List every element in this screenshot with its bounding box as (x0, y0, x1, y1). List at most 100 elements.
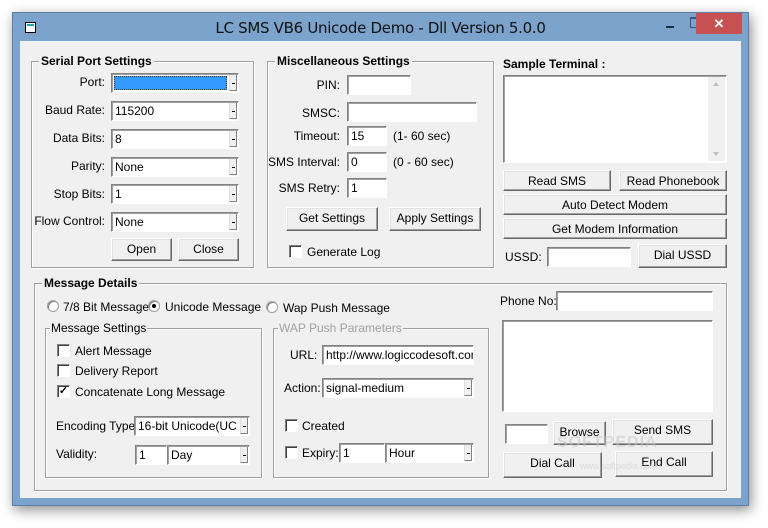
stop-bits-value: 1 (115, 187, 122, 201)
validity-label: Validity: (56, 447, 98, 461)
parity-value: None (115, 160, 144, 174)
pin-label: PIN: (316, 78, 340, 92)
parity-select[interactable]: None (111, 157, 239, 177)
url-label: URL: (290, 348, 318, 362)
serial-port-settings-title: Serial Port Settings (39, 54, 154, 68)
sms-interval-hint: (0 - 60 sec) (393, 155, 454, 169)
smsc-label: SMSC: (301, 106, 340, 120)
smsc-input[interactable] (347, 102, 477, 122)
flow-control-select[interactable]: None (111, 212, 239, 232)
terminal-scrollbar[interactable] (708, 77, 725, 161)
apply-settings-button[interactable]: Apply Settings (389, 207, 481, 231)
attachment-input[interactable] (505, 424, 548, 444)
auto-detect-modem-button[interactable]: Auto Detect Modem (503, 194, 727, 215)
data-bits-select[interactable]: 8 (111, 129, 239, 149)
url-input[interactable]: http://www.logiccodesoft.com (322, 345, 474, 365)
concatenate-label[interactable]: Concatenate Long Message (75, 385, 225, 399)
phone-number-label: Phone No: (500, 294, 557, 308)
parity-label: Parity: (70, 159, 105, 173)
chevron-down-icon[interactable] (229, 103, 237, 119)
dial-ussd-button[interactable]: Dial USSD (638, 244, 727, 268)
read-phonebook-button[interactable]: Read Phonebook (619, 170, 727, 191)
scroll-down-icon[interactable] (713, 152, 719, 156)
chevron-down-icon[interactable] (229, 214, 237, 230)
browse-button[interactable]: Browse (553, 421, 606, 445)
expiry-unit-select[interactable]: Hour (385, 443, 474, 463)
flow-control-value: None (115, 215, 144, 229)
chevron-down-icon[interactable] (229, 186, 237, 202)
delivery-report-label[interactable]: Delivery Report (75, 364, 158, 378)
misc-settings-title: Miscellaneous Settings (275, 54, 412, 68)
end-call-button[interactable]: End Call (615, 451, 713, 477)
window-title: LC SMS VB6 Unicode Demo - Dll Version 5.… (215, 19, 546, 37)
get-settings-button[interactable]: Get Settings (286, 207, 378, 231)
radio-7-8-bit[interactable] (47, 300, 59, 312)
expiry-label[interactable]: Expiry: (302, 446, 339, 460)
ussd-input[interactable] (547, 247, 631, 267)
chevron-down-icon[interactable] (229, 75, 237, 91)
baud-rate-select[interactable]: 115200 (111, 101, 239, 121)
phone-number-input[interactable] (556, 291, 713, 311)
title-bar[interactable]: LC SMS VB6 Unicode Demo - Dll Version 5.… (13, 13, 748, 42)
close-port-button[interactable]: Close (178, 238, 239, 261)
alert-message-label[interactable]: Alert Message (75, 344, 152, 358)
open-button[interactable]: Open (111, 238, 172, 261)
minimize-button[interactable] (663, 13, 677, 34)
get-modem-info-button[interactable]: Get Modem Information (503, 218, 727, 239)
radio-wap-push[interactable] (266, 301, 278, 313)
encoding-type-value: 16-bit Unicode(UCS2) (138, 419, 237, 433)
chevron-down-icon[interactable] (229, 131, 237, 147)
concatenate-checkbox[interactable]: ✓ (57, 385, 70, 398)
created-label[interactable]: Created (302, 419, 345, 433)
action-value: signal-medium (326, 381, 405, 395)
radio-unicode-label[interactable]: Unicode Message (165, 300, 261, 314)
timeout-hint: (1- 60 sec) (393, 129, 451, 143)
timeout-input[interactable]: 15 (347, 126, 387, 146)
generate-log-label[interactable]: Generate Log (307, 245, 380, 259)
terminal-output[interactable] (503, 75, 727, 163)
data-bits-value: 8 (115, 132, 122, 146)
validity-input[interactable]: 1 (135, 445, 167, 465)
client-area: Serial Port Settings Port: Baud Rate: 11… (20, 41, 741, 498)
generate-log-checkbox[interactable] (289, 245, 302, 258)
sms-retry-input[interactable]: 1 (347, 178, 387, 198)
baud-rate-value: 115200 (115, 104, 155, 118)
radio-unicode[interactable] (148, 300, 160, 312)
scroll-up-icon[interactable] (713, 82, 719, 86)
dial-call-button[interactable]: Dial Call (503, 452, 602, 478)
alert-message-checkbox[interactable] (57, 344, 70, 357)
chevron-down-icon[interactable] (240, 447, 248, 463)
encoding-type-label: Encoding Type: (56, 419, 139, 433)
message-details-title: Message Details (42, 276, 140, 290)
send-sms-button[interactable]: Send SMS (612, 419, 713, 445)
checkmark-icon: ✓ (58, 385, 69, 397)
action-label: Action: (284, 381, 321, 395)
stop-bits-label: Stop Bits: (53, 187, 105, 201)
delivery-report-checkbox[interactable] (57, 364, 70, 377)
pin-input[interactable] (347, 75, 411, 95)
radio-wap-push-label[interactable]: Wap Push Message (283, 301, 390, 315)
created-checkbox[interactable] (285, 419, 298, 432)
expiry-checkbox[interactable] (285, 446, 298, 459)
message-settings-title: Message Settings (50, 321, 148, 335)
chevron-down-icon[interactable] (240, 418, 248, 434)
timeout-label: Timeout: (293, 129, 340, 143)
action-select[interactable]: signal-medium (322, 378, 474, 398)
expiry-input[interactable]: 1 (339, 443, 385, 463)
app-window: LC SMS VB6 Unicode Demo - Dll Version 5.… (12, 12, 749, 506)
flow-control-label: Flow Control: (34, 214, 105, 228)
message-body-input[interactable] (502, 320, 713, 412)
encoding-type-select[interactable]: 16-bit Unicode(UCS2) (134, 416, 250, 436)
chevron-down-icon[interactable] (229, 159, 237, 175)
chevron-down-icon[interactable] (464, 445, 472, 461)
port-select[interactable] (111, 73, 239, 93)
close-button[interactable]: ✕ (696, 13, 742, 34)
port-label: Port: (79, 75, 105, 89)
stop-bits-select[interactable]: 1 (111, 184, 239, 204)
chevron-down-icon[interactable] (464, 380, 472, 396)
sms-interval-input[interactable]: 0 (347, 152, 387, 172)
read-sms-button[interactable]: Read SMS (503, 170, 611, 191)
sms-interval-label: SMS Interval: (267, 155, 340, 169)
validity-unit-select[interactable]: Day (167, 445, 250, 465)
radio-7-8-bit-label[interactable]: 7/8 Bit Message (63, 300, 149, 314)
